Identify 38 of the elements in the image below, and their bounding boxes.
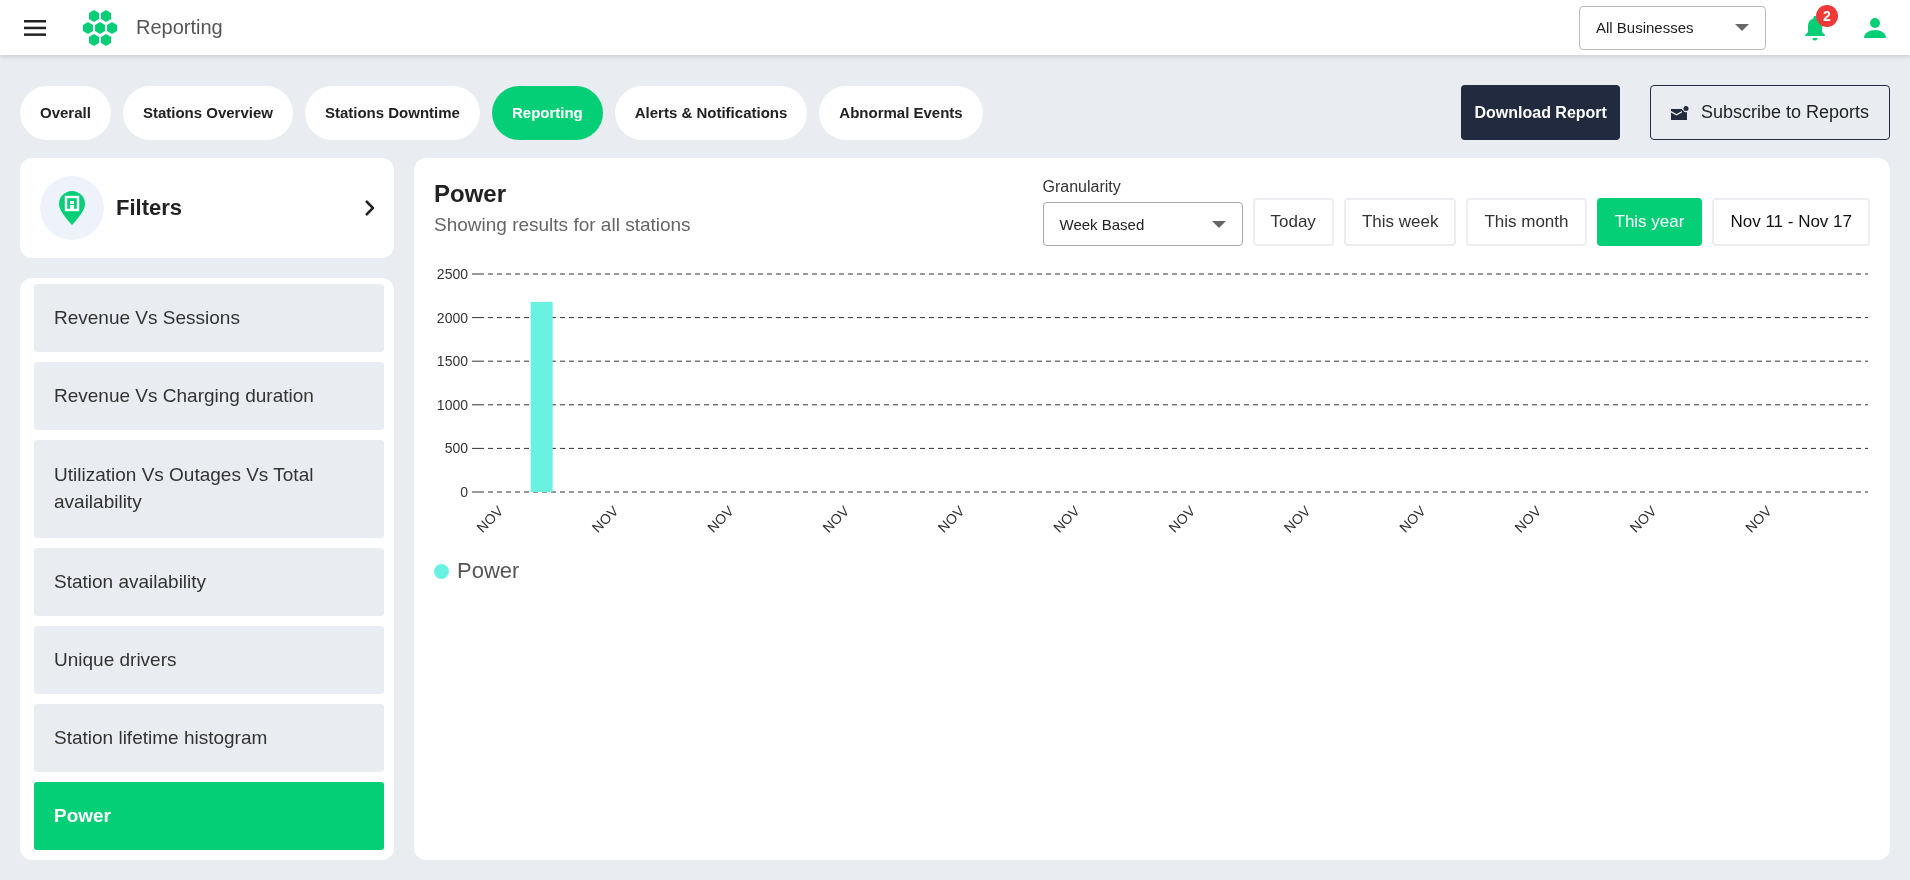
report-item[interactable]: Unique drivers bbox=[34, 626, 384, 694]
filters-title: Filters bbox=[116, 195, 184, 221]
filters-card[interactable]: Filters bbox=[20, 158, 394, 258]
chart-title: Power bbox=[434, 180, 508, 208]
menu-icon[interactable] bbox=[24, 19, 46, 36]
time-range-button[interactable]: This week bbox=[1343, 198, 1457, 246]
nav-tab[interactable]: Stations Overview bbox=[122, 85, 293, 140]
business-dropdown[interactable]: All Businesses bbox=[1579, 5, 1766, 50]
hexagon-logo-icon bbox=[80, 8, 120, 47]
report-item[interactable]: Station lifetime histogram bbox=[34, 704, 384, 772]
y-axis-label: 2500 bbox=[436, 266, 468, 282]
y-axis-label: 2000 bbox=[436, 309, 468, 326]
report-item[interactable]: Station availability bbox=[34, 548, 384, 616]
time-range-button[interactable]: This month bbox=[1466, 198, 1587, 246]
download-report-button[interactable]: Download Report bbox=[1461, 85, 1620, 140]
time-range-button[interactable]: Today bbox=[1252, 198, 1334, 246]
date-range-button[interactable]: Nov 11 - Nov 17 bbox=[1712, 198, 1870, 246]
chevron-right-icon bbox=[364, 200, 374, 216]
y-axis-label: 500 bbox=[444, 440, 468, 457]
chart-subtitle: Showing results for all stations bbox=[434, 214, 691, 236]
legend-label: Power bbox=[457, 558, 520, 584]
report-item[interactable]: Revenue Vs Sessions bbox=[34, 284, 384, 352]
notification-badge: 2 bbox=[1816, 4, 1838, 27]
nav-tab[interactable]: Overall bbox=[20, 85, 111, 140]
nav-tab[interactable]: Abnormal Events bbox=[819, 85, 983, 140]
y-axis-label: 1500 bbox=[436, 353, 468, 370]
y-axis-label: 1000 bbox=[436, 396, 468, 413]
subscribe-to-reports-button[interactable]: Subscribe to Reports bbox=[1649, 85, 1890, 140]
nav-tab[interactable]: Stations Downtime bbox=[304, 85, 480, 140]
granularity-label: Granularity bbox=[1042, 178, 1122, 196]
report-item[interactable]: Utilization Vs Outages Vs Total availability bbox=[34, 440, 384, 538]
mail-icon bbox=[1670, 105, 1689, 120]
nav-tab[interactable]: Alerts & Notifications bbox=[614, 85, 808, 140]
granularity-dropdown[interactable]: Week Based bbox=[1042, 202, 1243, 246]
report-item[interactable]: Revenue Vs Charging duration bbox=[34, 362, 384, 430]
user-icon[interactable] bbox=[1864, 16, 1886, 39]
page-title: Reporting bbox=[136, 16, 223, 39]
y-axis-label: 0 bbox=[460, 484, 468, 500]
